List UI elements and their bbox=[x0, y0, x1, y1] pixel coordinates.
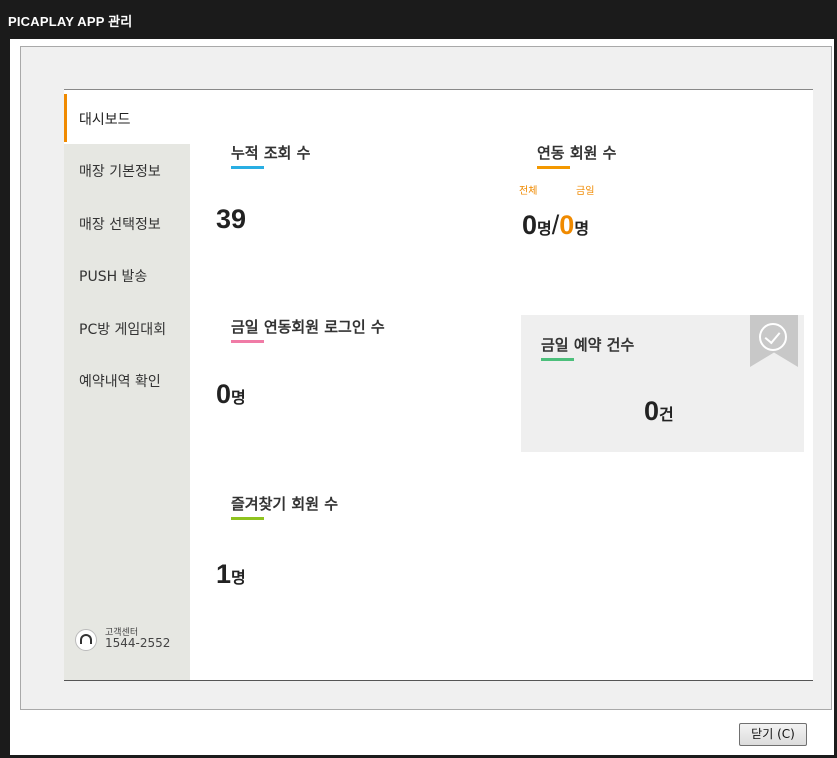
sidebar-item-reservation-check[interactable]: 예약내역 확인 bbox=[79, 371, 161, 391]
today-login-underline bbox=[231, 340, 264, 343]
sidebar-item-pc-tournament[interactable]: PC방 게임대회 bbox=[79, 319, 166, 339]
content-panel: 대시보드 매장 기본정보 매장 선택정보 PUSH 발송 PC방 게임대회 예약… bbox=[20, 46, 832, 710]
today-reservations-unit: 건 bbox=[659, 407, 674, 424]
sidebar-item-store-basic-info[interactable]: 매장 기본정보 bbox=[79, 161, 161, 181]
linked-members-value: 0명/0명 bbox=[522, 210, 589, 241]
favorites-title: 즐겨찾기 회원 수 bbox=[231, 495, 339, 513]
linked-members-underline bbox=[537, 166, 570, 169]
today-login-title: 금일 연동회원 로그인 수 bbox=[231, 318, 385, 336]
check-badge-icon bbox=[750, 315, 798, 367]
linked-today-unit: 명 bbox=[574, 221, 590, 238]
active-indicator bbox=[64, 94, 67, 142]
sidebar-item-store-selection-info[interactable]: 매장 선택정보 bbox=[79, 214, 161, 234]
linked-total-unit: 명 bbox=[537, 221, 552, 238]
sidebar: 매장 기본정보 매장 선택정보 PUSH 발송 PC방 게임대회 예약내역 확인 bbox=[64, 144, 190, 680]
client-area: 대시보드 매장 기본정보 매장 선택정보 PUSH 발송 PC방 게임대회 예약… bbox=[10, 39, 834, 755]
app-window: PICAPLAY APP 관리 대시보드 매장 기본정보 매장 선택정보 PUS… bbox=[0, 0, 837, 758]
window-title: PICAPLAY APP 관리 bbox=[8, 14, 133, 29]
favorites-number: 1 bbox=[216, 559, 232, 589]
dashboard-container: 대시보드 매장 기본정보 매장 선택정보 PUSH 발송 PC방 게임대회 예약… bbox=[64, 89, 813, 681]
today-reservations-underline bbox=[541, 358, 574, 361]
linked-total-value: 0 bbox=[522, 210, 538, 240]
views-value: 39 bbox=[216, 204, 247, 234]
today-login-number: 0 bbox=[216, 379, 232, 409]
headset-icon bbox=[75, 629, 97, 651]
sidebar-item-push-send[interactable]: PUSH 발송 bbox=[79, 266, 147, 286]
title-bar[interactable]: PICAPLAY APP 관리 bbox=[0, 0, 837, 39]
favorites-value: 1명 bbox=[216, 559, 246, 590]
linked-today-label: 금일 bbox=[576, 186, 595, 197]
linked-total-label: 전체 bbox=[519, 186, 538, 197]
today-reservations-card: 금일 예약 건수 0건 bbox=[521, 315, 804, 452]
linked-members-title: 연동 회원 수 bbox=[537, 144, 617, 162]
favorites-unit: 명 bbox=[231, 570, 246, 587]
today-login-value: 0명 bbox=[216, 379, 246, 410]
today-login-unit: 명 bbox=[231, 390, 246, 407]
views-underline bbox=[231, 166, 264, 169]
sidebar-item-label: 대시보드 bbox=[79, 112, 131, 128]
customer-center-phone: 1544-2552 bbox=[105, 636, 171, 650]
today-reservations-value: 0건 bbox=[644, 396, 674, 427]
today-reservations-title: 금일 예약 건수 bbox=[541, 336, 635, 354]
views-title: 누적 조회 수 bbox=[231, 144, 311, 162]
sidebar-item-dashboard[interactable]: 대시보드 bbox=[64, 90, 190, 144]
close-button[interactable]: 닫기 (C) bbox=[739, 723, 807, 746]
today-reservations-number: 0 bbox=[644, 396, 660, 426]
favorites-underline bbox=[231, 517, 264, 520]
window-frame-left bbox=[0, 39, 10, 758]
linked-today-value: 0 bbox=[559, 210, 575, 240]
